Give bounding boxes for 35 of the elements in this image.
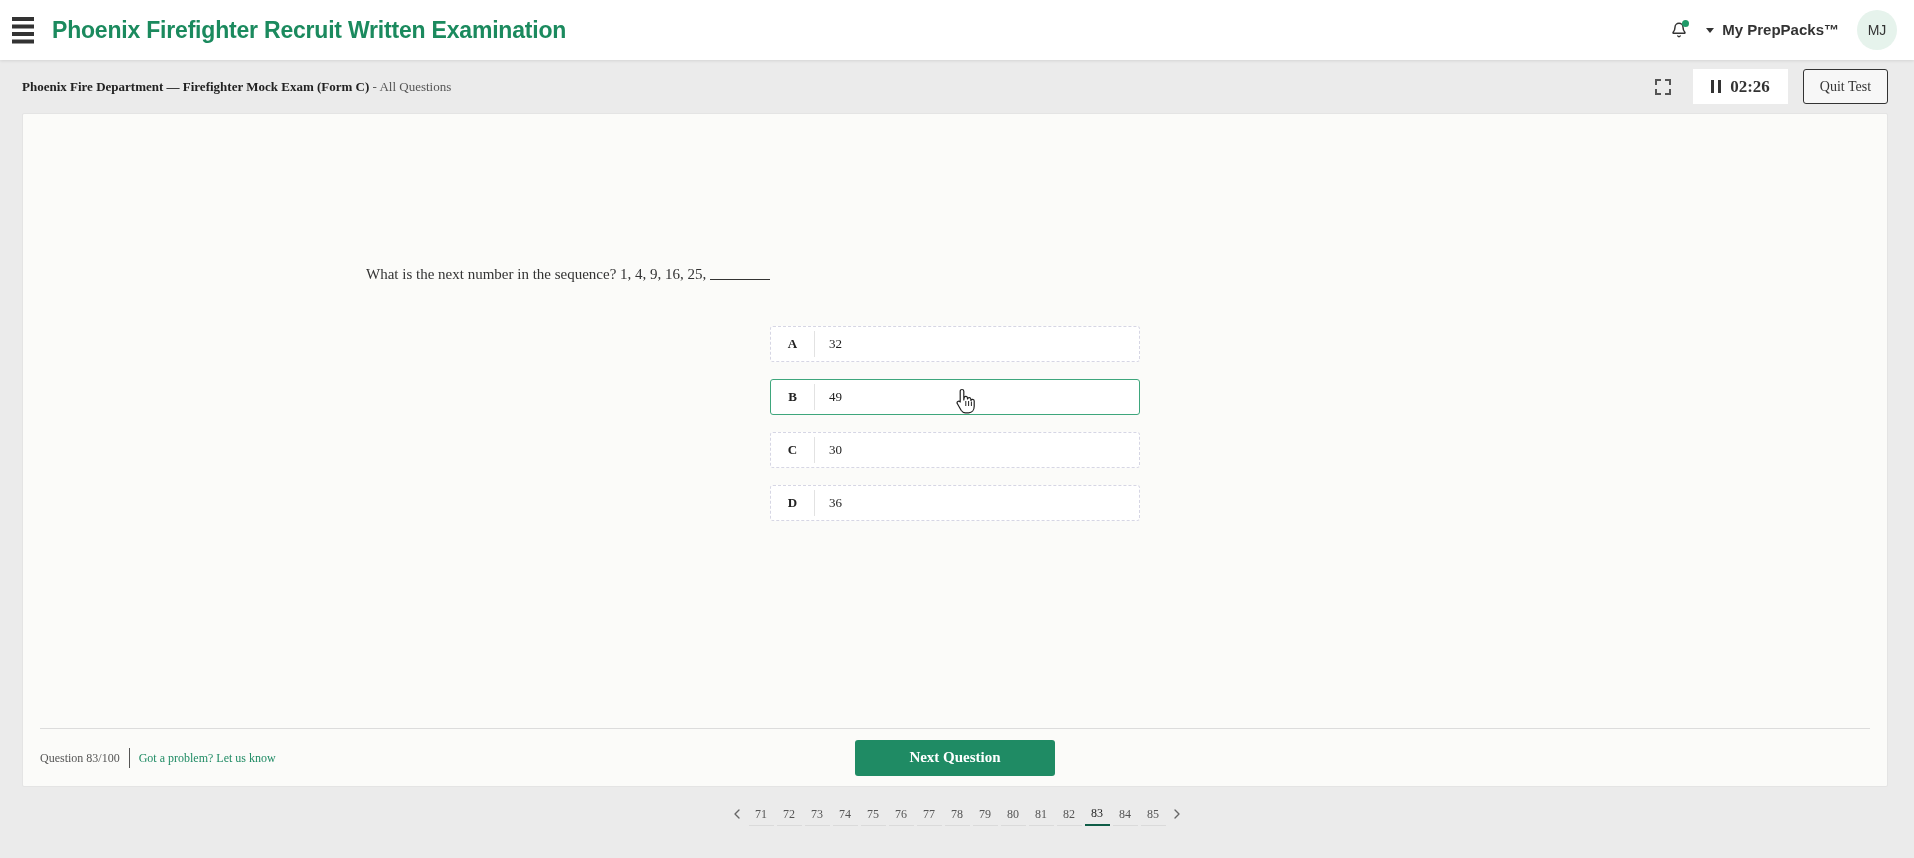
page-number-tab[interactable]: 80 <box>1000 802 1026 826</box>
page-number-tab[interactable]: 76 <box>888 802 914 826</box>
app-title: Phoenix Firefighter Recruit Written Examination <box>52 18 567 42</box>
fullscreen-icon[interactable] <box>1655 78 1671 95</box>
exam-breadcrumb: Phoenix Fire Department — Firefighter Mock Exam (Form C) - All Questions <box>22 77 452 96</box>
page-number-tab[interactable]: 84 <box>1112 802 1138 826</box>
page-number-tab[interactable]: 85 <box>1140 802 1166 826</box>
page-number-tab[interactable]: 79 <box>972 802 998 826</box>
next-question-button[interactable]: Next Question <box>855 739 1055 776</box>
page-number-tab[interactable]: 81 <box>1028 802 1054 826</box>
page-number-tab[interactable]: 71 <box>748 802 774 826</box>
quit-test-button[interactable]: Quit Test <box>1803 69 1888 104</box>
report-problem-link[interactable]: Got a problem? Let us know <box>138 748 276 767</box>
page-number-tab[interactable]: 73 <box>804 802 830 826</box>
page-number-tab[interactable]: 82 <box>1056 802 1082 826</box>
question-counter: Question 83/100 <box>40 749 120 767</box>
page-number-tab[interactable]: 75 <box>860 802 886 826</box>
bell-icon[interactable] <box>1671 22 1688 38</box>
page-number-tab[interactable]: 77 <box>916 802 942 826</box>
question-text: What is the next number in the sequence? 1, 4, 9, 16, 25, <box>366 265 707 284</box>
hand-cursor-icon <box>956 388 976 415</box>
answer-option[interactable]: A 32 <box>770 326 1140 362</box>
timer-readout: 02:26 <box>1730 75 1770 98</box>
caret-icon <box>1706 27 1715 33</box>
account-menu-button[interactable]: My PrepPacks™ <box>1706 18 1839 42</box>
page-number-tab[interactable]: 78 <box>944 802 970 826</box>
menu-icon[interactable] <box>12 16 34 44</box>
page-number-tab[interactable]: 74 <box>832 802 858 826</box>
page-number-tab[interactable]: 72 <box>776 802 802 826</box>
answer-option[interactable]: B 49 <box>770 379 1140 415</box>
user-avatar[interactable]: MJ <box>1857 10 1897 50</box>
answer-option[interactable]: C 30 <box>770 432 1140 468</box>
answer-option[interactable]: D 36 <box>770 485 1140 521</box>
page-number-tab[interactable]: 83 <box>1084 802 1110 826</box>
pause-icon[interactable] <box>1711 80 1722 93</box>
